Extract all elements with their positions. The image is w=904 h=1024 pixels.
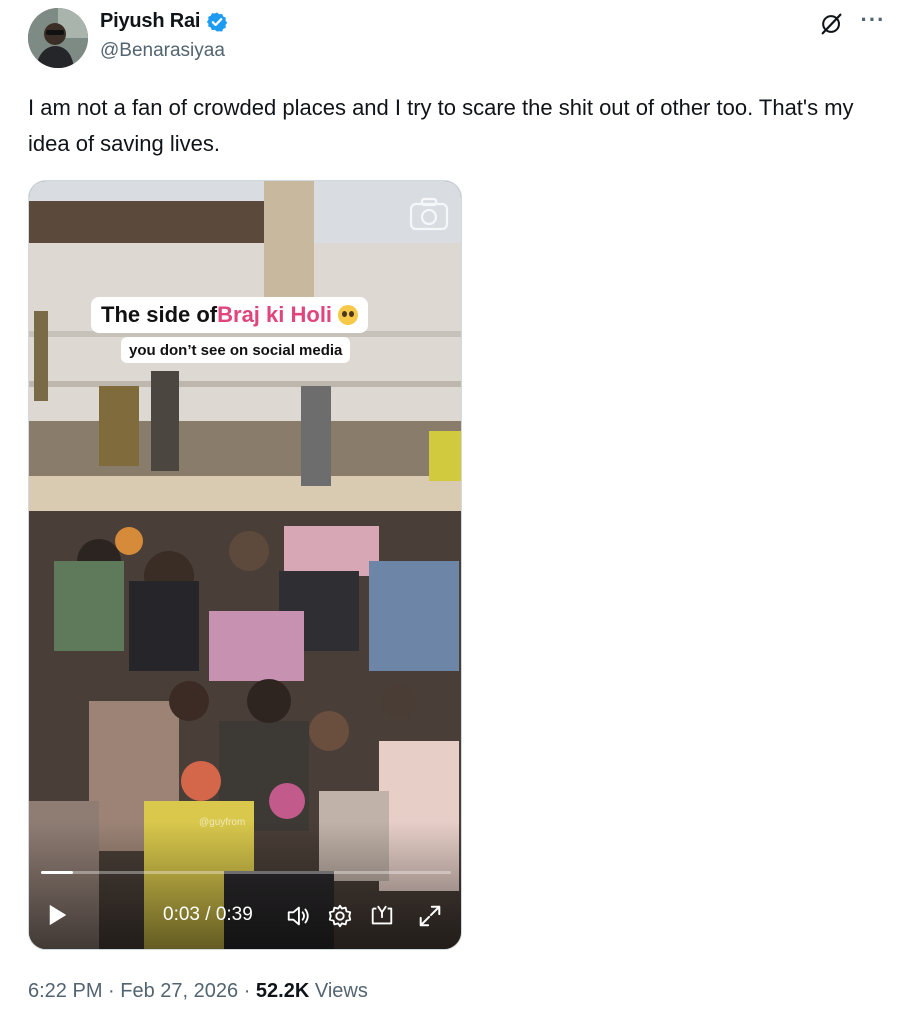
tweet-meta: 6:22 PM · Feb 27, 2026 · 52.2K Views	[28, 980, 368, 1003]
meta-separator: ·	[102, 980, 121, 1002]
video-progress-bar[interactable]	[41, 871, 451, 874]
camera-icon	[409, 197, 449, 231]
author-handle[interactable]: @Benarasiyaa	[100, 40, 225, 62]
author-display-name[interactable]: Piyush Rai	[100, 10, 200, 33]
tweet-date[interactable]: Feb 27, 2026	[120, 980, 238, 1002]
more-icon[interactable]: ···	[856, 6, 890, 34]
tweet-card: Piyush Rai @Benarasiyaa ··· I am not a f…	[0, 0, 904, 1024]
tweet-text: I am not a fan of crowded places and I t…	[28, 95, 854, 156]
video-controls: 0:03 / 0:39	[29, 891, 461, 943]
meta-separator: ·	[238, 980, 256, 1002]
caption-main-prefix: The side of	[101, 302, 218, 327]
video-watermark: @guyfrom	[199, 817, 246, 828]
views-count: 52.2K	[255, 980, 310, 1002]
video-progress-fill	[41, 871, 73, 874]
caption-main-accent: Braj ki Holi	[217, 302, 333, 327]
avatar[interactable]	[28, 8, 88, 68]
views-label: Views	[309, 980, 368, 1002]
play-icon[interactable]	[47, 903, 71, 929]
video-caption-sub: you don’t see on social media	[121, 337, 351, 363]
grok-icon[interactable]	[818, 10, 846, 38]
fullscreen-icon[interactable]	[417, 903, 445, 931]
verified-badge-icon	[206, 11, 228, 33]
tweet-time[interactable]: 6:22 PM	[28, 980, 102, 1002]
video-player[interactable]: The side of Braj ki Holi you don’t see o…	[28, 180, 462, 950]
volume-icon[interactable]	[285, 903, 313, 931]
pleading-face-emoji-icon	[338, 305, 359, 325]
video-caption-main: The side of Braj ki Holi	[91, 297, 369, 333]
pip-icon[interactable]	[369, 903, 397, 931]
video-time: 0:03 / 0:39	[163, 904, 253, 925]
author-name-row: Piyush Rai	[100, 10, 228, 33]
settings-icon[interactable]	[327, 903, 355, 931]
